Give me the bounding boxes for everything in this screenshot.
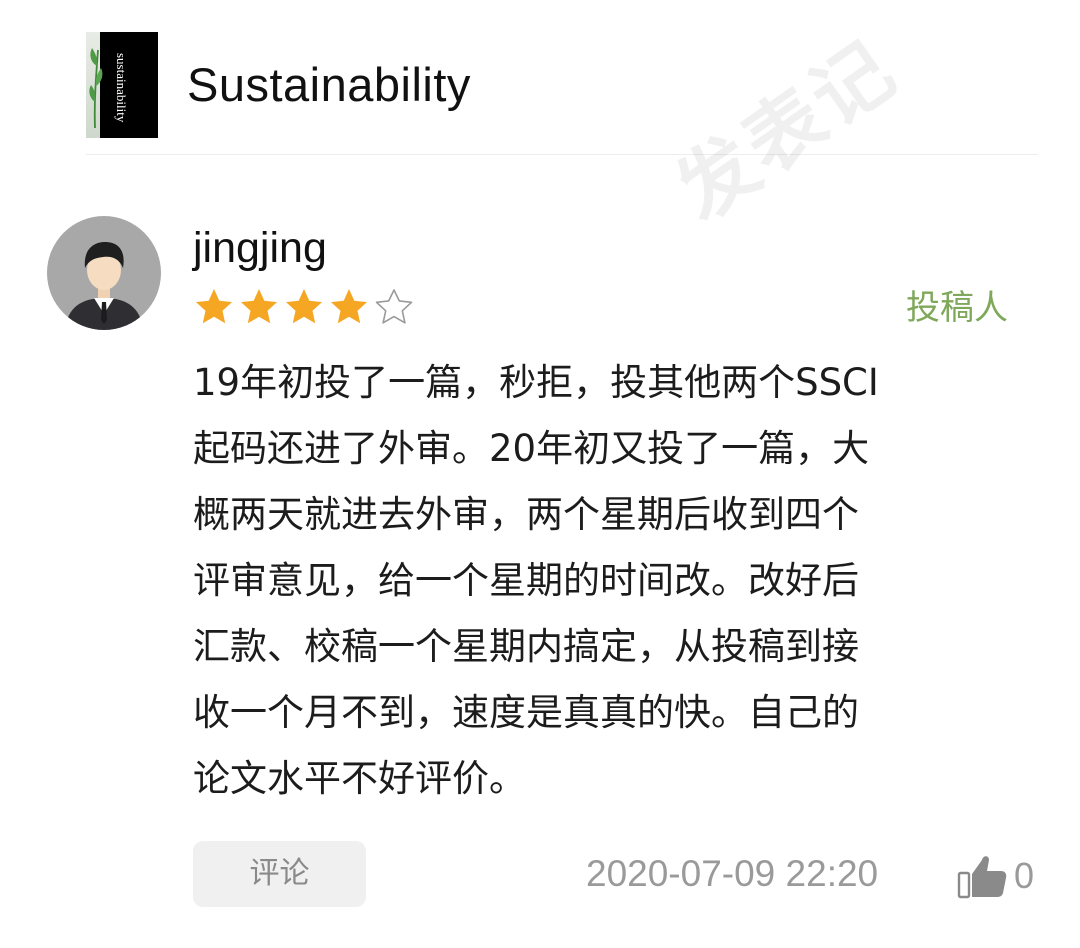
star-icon <box>241 289 277 324</box>
comment-button[interactable]: 评论 <box>193 841 366 907</box>
review-line: 论文水平不好评价。 <box>193 757 526 800</box>
post-timestamp: 2020-07-09 22:20 <box>586 853 879 894</box>
review-line: 概两天就进去外审，两个星期后收到四个 <box>193 493 859 536</box>
reviewer-name[interactable]: jingjing <box>193 222 327 274</box>
review-line: 评审意见，给一个星期的时间改。改好后 <box>193 559 859 602</box>
logo-wordmark: sustainability <box>114 53 129 123</box>
review-line: 收一个月不到，速度是真真的快。自己的 <box>193 691 859 734</box>
star-rating <box>194 287 414 327</box>
user-avatar-icon <box>65 242 143 330</box>
review-text: 19年初投了一篇，秒拒，投其他两个SSCI 起码还进了外审。20年初又投了一篇，… <box>193 350 1038 812</box>
journal-title[interactable]: Sustainability <box>187 56 471 114</box>
like-button[interactable]: 0 <box>956 848 1034 904</box>
star-outline-icon <box>375 289 413 324</box>
thumbs-up-icon <box>957 856 1007 899</box>
star-icon <box>286 289 322 324</box>
role-badge: 投稿人 <box>906 288 1008 328</box>
star-icon <box>331 289 367 324</box>
avatar[interactable] <box>47 216 161 330</box>
review-line: 汇款、校稿一个星期内搞定，从投稿到接 <box>193 625 859 668</box>
header-divider <box>86 154 1038 155</box>
journal-logo[interactable]: sustainability <box>86 32 158 138</box>
logo-text: sustainability <box>114 53 129 123</box>
review-line: 起码还进了外审。20年初又投了一篇，大 <box>193 427 870 470</box>
review-line: 19年初投了一篇，秒拒，投其他两个SSCI <box>193 361 879 404</box>
star-icon <box>196 289 232 324</box>
like-count: 0 <box>1014 855 1035 896</box>
